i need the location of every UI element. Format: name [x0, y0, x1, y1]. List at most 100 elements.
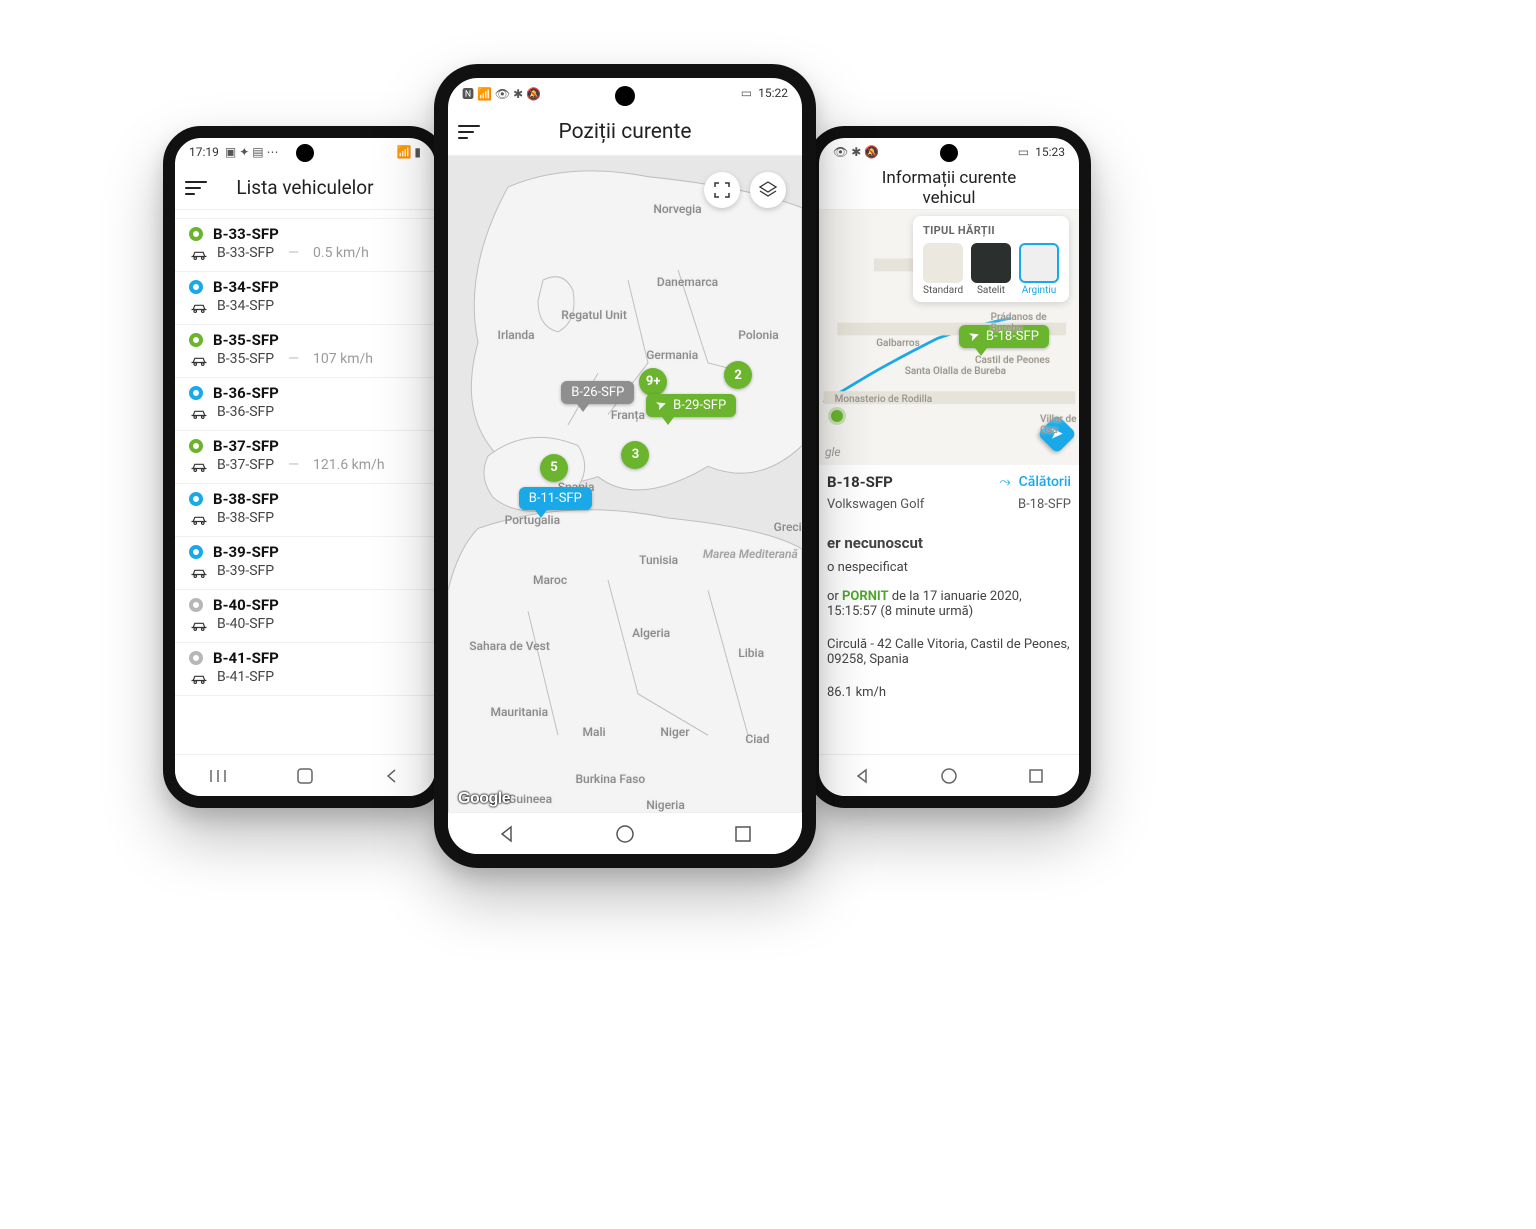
fullscreen-button[interactable] [704, 172, 740, 208]
list-item[interactable]: B-37-SFPB-37-SFP—121.6 km/h [175, 431, 435, 484]
menu-icon[interactable] [185, 174, 213, 202]
page-title: Poziții curente [486, 120, 764, 144]
map-type-option[interactable]: Standard [923, 243, 963, 296]
map-type-label: Standard [923, 285, 963, 296]
status-ring-icon [189, 280, 203, 294]
list-item[interactable]: B-36-SFP B-36-SFP [175, 378, 435, 431]
vehicle-sub: B-38-SFP [217, 510, 274, 526]
vehicle-sub: B-37-SFP [217, 457, 274, 473]
page-title: Lista vehiculelor [213, 176, 397, 199]
map-type-heading: TIPUL HĂRȚII [923, 224, 1059, 237]
map-cluster[interactable]: 9+ [639, 368, 667, 396]
home-button[interactable] [937, 764, 961, 788]
car-icon [189, 300, 207, 312]
map-type-label: Argintiu [1019, 285, 1059, 296]
cursor-icon: ➤ [654, 397, 669, 415]
list-item[interactable]: B-35-SFPB-35-SFP—107 km/h [175, 325, 435, 378]
vehicle-pin[interactable]: ➤B-29-SFP [646, 394, 736, 417]
vehicle-sub: B-39-SFP [217, 563, 274, 579]
battery-icon: ▭ [741, 86, 752, 100]
battery-icon: ▭ [1018, 145, 1029, 159]
status-ring-icon [189, 227, 203, 241]
camera-notch [296, 144, 314, 162]
car-icon [189, 512, 207, 524]
pin-label: B-18-SFP [986, 329, 1039, 344]
android-nav-bar [819, 754, 1079, 796]
status-time: 17:19 [189, 145, 219, 159]
list-item[interactable]: B-34-SFP B-34-SFP [175, 272, 435, 325]
status-ring-icon [189, 333, 203, 347]
vehicle-list[interactable]: B-32-SFP B-33-SFPB-33-SFP—0.5 km/hB-34-S… [175, 210, 435, 754]
vehicle-name: B-38-SFP [213, 490, 279, 508]
map-view[interactable]: TIPUL HĂRȚII Standard Satelit Argintiu ➤ B… [819, 210, 1079, 465]
home-button[interactable] [293, 764, 317, 788]
app-header: Lista vehiculelor [175, 166, 435, 210]
vehicle-pin[interactable]: B-26-SFP [561, 381, 634, 404]
vehicle-sub: B-33-SFP [217, 245, 274, 261]
back-button[interactable] [495, 822, 519, 846]
status-icons-left: 🅽 📶 👁 ✱ 🔕 [462, 85, 541, 102]
speed-line: 86.1 km/h [825, 681, 1073, 704]
address-line: Circulă - 42 Calle Vitoria, Castil de Pe… [825, 633, 1073, 671]
map-place-label: Castil de Peones [975, 355, 1050, 366]
list-item[interactable]: B-39-SFP B-39-SFP [175, 537, 435, 590]
home-button[interactable] [613, 822, 637, 846]
back-button[interactable] [380, 764, 404, 788]
vehicle-name: B-34-SFP [213, 278, 279, 296]
phone-center: 🅽 📶 👁 ✱ 🔕 ▭ 15:22 Poziții curente [434, 64, 816, 868]
recent-apps-button[interactable] [206, 764, 230, 788]
vehicle-name: B-39-SFP [213, 543, 279, 561]
map-attribution: gle [825, 445, 841, 459]
map-type-option[interactable]: Satelit [971, 243, 1011, 296]
status-ring-icon [189, 545, 203, 559]
list-item[interactable]: B-40-SFPB-40-SFP [175, 590, 435, 643]
map-cluster[interactable]: 5 [540, 454, 568, 482]
google-logo: Google [458, 790, 510, 808]
list-item[interactable]: B-38-SFP B-38-SFP [175, 484, 435, 537]
status-ring-icon [189, 651, 203, 665]
list-item[interactable]: B-41-SFPB-41-SFP [175, 643, 435, 696]
navigate-button[interactable]: ➤ [1037, 414, 1077, 454]
info-vehicle-id: B-18-SFP [827, 473, 893, 491]
car-icon [189, 618, 207, 630]
recent-apps-button[interactable] [1024, 764, 1048, 788]
vehicle-name: B-35-SFP [213, 331, 279, 349]
menu-icon[interactable] [458, 118, 486, 146]
app-header: Poziții curente [448, 108, 802, 156]
route-icon: ⤳ [999, 474, 1010, 490]
vehicle-pin[interactable]: ➤ B-18-SFP [959, 325, 1049, 348]
status-ring-icon [189, 598, 203, 612]
vehicle-name: B-37-SFP [213, 437, 279, 455]
map-cluster[interactable]: 3 [621, 441, 649, 469]
camera-notch [940, 144, 958, 162]
list-item[interactable]: B-32-SFP [175, 210, 435, 219]
map-type-panel: TIPUL HĂRȚII Standard Satelit Argintiu [913, 216, 1069, 302]
pin-label: B-11-SFP [529, 491, 582, 506]
cursor-icon: ➤ [967, 328, 982, 346]
vehicle-sub: B-36-SFP [217, 404, 274, 420]
android-nav-bar [175, 754, 435, 796]
map-place-label: Monasterio de Rodilla [835, 394, 933, 405]
engine-status-line: or PORNIT de la 17 ianuarie 2020, 15:15:… [825, 585, 1073, 623]
trips-button[interactable]: ⤳ Călătorii [999, 474, 1071, 490]
status-icons-right: 📶 ▮ [396, 145, 421, 159]
vehicle-name: B-36-SFP [213, 384, 279, 402]
vehicle-sub: B-41-SFP [217, 669, 274, 685]
map-type-option[interactable]: Argintiu [1019, 243, 1059, 296]
vehicle-pin[interactable]: B-11-SFP [519, 487, 592, 510]
back-button[interactable] [850, 764, 874, 788]
vehicle-sub: B-40-SFP [217, 616, 274, 632]
map-type-thumb [1019, 243, 1059, 283]
android-nav-bar [448, 812, 802, 854]
vehicle-sub: B-34-SFP [217, 298, 274, 314]
map-view[interactable]: NorvegiaRegatul UnitDanemarcaIrlandaPolo… [448, 156, 802, 818]
phone-right: 👁 ✱ 🔕 ▭ 15:23 Informații curente vehicul… [807, 126, 1091, 808]
vehicle-speed: 107 km/h [313, 351, 373, 367]
layers-button[interactable] [750, 172, 786, 208]
app-header: Informații curente vehicul [819, 166, 1079, 210]
map-type-label: Satelit [971, 285, 1011, 296]
list-item[interactable]: B-33-SFPB-33-SFP—0.5 km/h [175, 219, 435, 272]
pin-label: B-26-SFP [571, 385, 624, 400]
recent-apps-button[interactable] [731, 822, 755, 846]
vehicle-info-panel: B-18-SFP ⤳ Călătorii Volkswagen Golf B-1… [819, 465, 1079, 704]
